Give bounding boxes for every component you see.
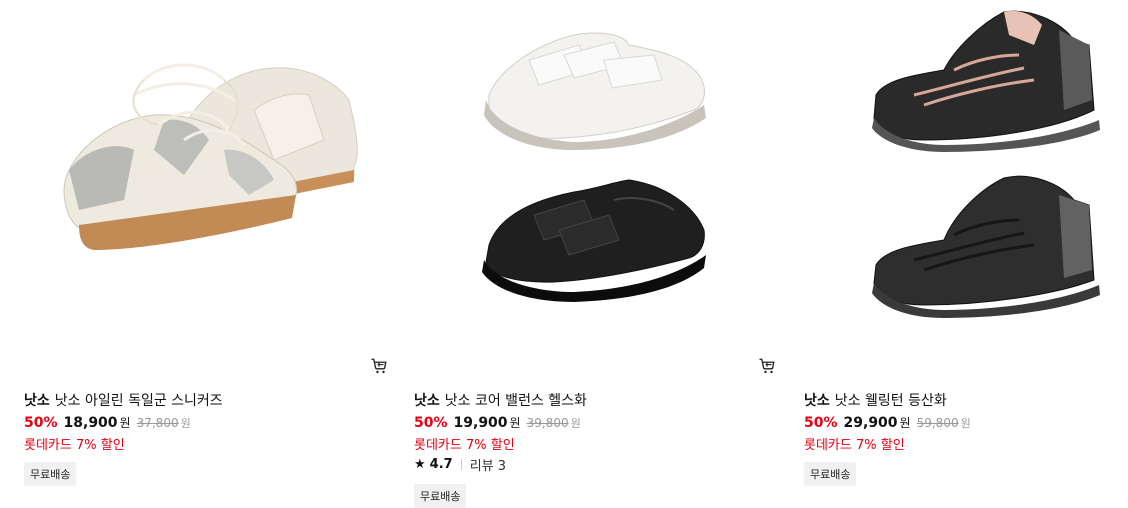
product-name: 낫소 아일린 독일군 스니커즈	[54, 393, 223, 409]
product-title[interactable]: 낫소 낫소 코어 밸런스 헬스화	[414, 390, 587, 410]
price-row: 50% 19,900 원 39,800 원	[414, 414, 581, 431]
free-shipping-badge: 무료배송	[414, 484, 467, 508]
brand-name: 낫소	[414, 393, 440, 409]
currency: 원	[899, 416, 911, 430]
original-price: 37,800	[136, 416, 179, 430]
discount-rate: 50%	[414, 415, 448, 431]
price-row: 50% 29,900 원 59,800 원	[804, 414, 971, 431]
currency: 원	[119, 416, 131, 430]
product-grid: 낫소 낫소 아일린 독일군 스니커즈 50% 18,900 원 37,800 원 롯데카드…	[0, 0, 1128, 508]
card-promo: 롯데카드 7% 할인	[414, 438, 515, 453]
currency: 원	[509, 416, 521, 430]
star-icon: ★	[414, 457, 426, 472]
original-price: 39,800	[526, 416, 569, 430]
brand-name: 낫소	[804, 393, 830, 409]
original-currency: 원	[570, 417, 581, 430]
product-title[interactable]: 낫소 낫소 아일린 독일군 스니커즈	[24, 390, 223, 410]
product-name: 낫소 코어 밸런스 헬스화	[444, 393, 587, 409]
product-title[interactable]: 낫소 낫소 웰링턴 등산화	[804, 390, 947, 410]
cart-icon[interactable]	[370, 357, 388, 375]
original-currency: 원	[960, 417, 971, 430]
product-name: 낫소 웰링턴 등산화	[834, 393, 947, 409]
original-price: 59,800	[916, 416, 959, 430]
free-shipping-badge: 무료배송	[24, 462, 77, 486]
product-image[interactable]	[414, 0, 776, 340]
original-currency: 원	[180, 417, 191, 430]
cart-icon[interactable]	[758, 357, 776, 375]
product-image[interactable]	[804, 0, 1128, 340]
product-card[interactable]: 낫소 낫소 아일린 독일군 스니커즈 50% 18,900 원 37,800 원 롯데카드…	[24, 0, 386, 507]
sale-price: 18,900	[63, 415, 118, 431]
price-row: 50% 18,900 원 37,800 원	[24, 414, 191, 431]
sale-price: 29,900	[843, 415, 898, 431]
discount-rate: 50%	[804, 415, 838, 431]
product-card[interactable]: 낫소 낫소 코어 밸런스 헬스화 50% 19,900 원 39,800 원 롯데카드 7…	[371, 0, 776, 508]
review-count: 리뷰 3	[469, 459, 507, 474]
card-promo: 롯데카드 7% 할인	[804, 438, 905, 453]
sale-price: 19,900	[453, 415, 508, 431]
divider	[460, 459, 462, 470]
rating-row[interactable]: ★ 4.7 리뷰 3	[414, 455, 506, 474]
product-image[interactable]	[24, 0, 386, 340]
card-promo: 롯데카드 7% 할인	[24, 438, 125, 453]
product-card[interactable]: 낫소 낫소 웰링턴 등산화 50% 29,900 원 59,800 원 롯데카드 7% 할…	[759, 0, 1128, 507]
rating-score: 4.7	[429, 457, 453, 472]
brand-name: 낫소	[24, 393, 50, 409]
discount-rate: 50%	[24, 415, 58, 431]
free-shipping-badge: 무료배송	[804, 462, 857, 486]
